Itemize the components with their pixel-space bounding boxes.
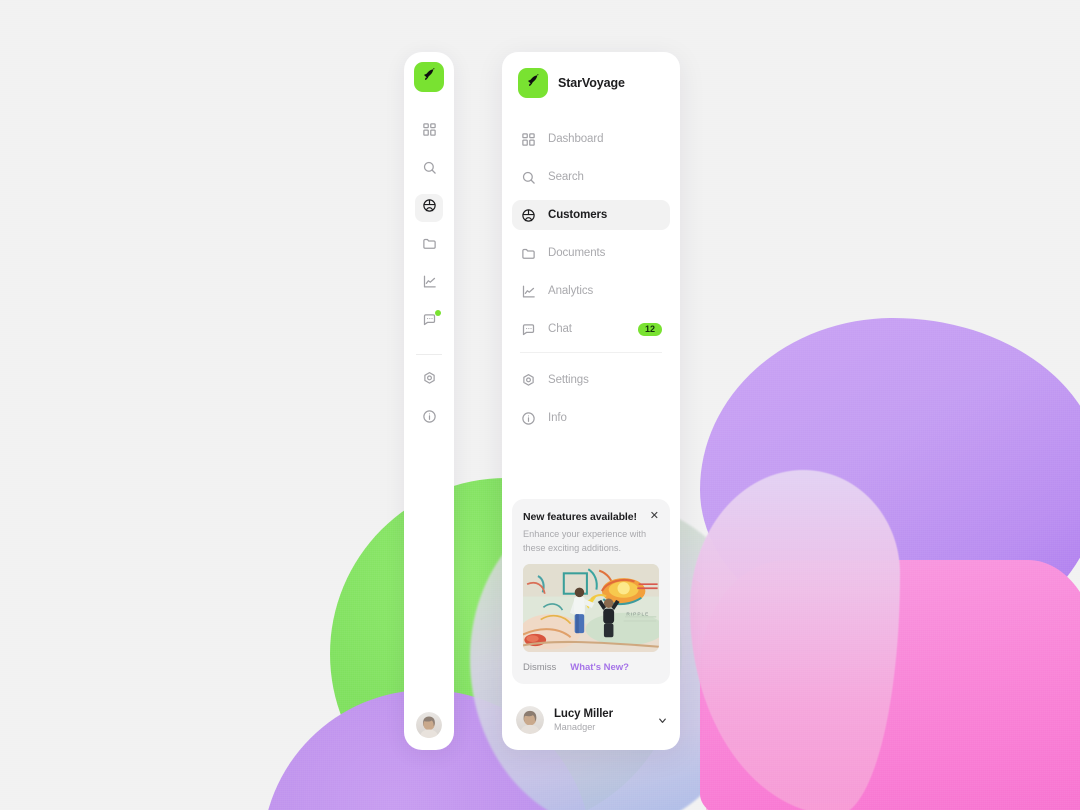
user-role: Manadger xyxy=(554,722,596,732)
app-title: StarVoyage xyxy=(558,76,625,90)
sidebar-nav: Dashboard Search Customers Documents Ana… xyxy=(502,124,680,441)
sidebar-panel: StarVoyage Dashboard Search Customers Do… xyxy=(502,52,680,750)
dashboard-grid-icon xyxy=(520,131,536,147)
chat-notification-dot xyxy=(435,310,441,316)
promo-title: New features available! xyxy=(523,511,637,524)
settings-gear-icon xyxy=(520,372,536,388)
sidebar-item-label: Documents xyxy=(548,247,606,259)
sidebar-item-analytics[interactable]: Analytics xyxy=(512,276,670,306)
background-blob-pink-soft xyxy=(706,660,1036,810)
whats-new-link[interactable]: What's New? xyxy=(570,662,629,673)
rail-app-logo[interactable] xyxy=(414,62,444,92)
avatar-image xyxy=(516,706,544,734)
sidebar-item-customers[interactable]: Customers xyxy=(512,200,670,230)
rail-item-customers[interactable] xyxy=(415,194,443,222)
rail-item-chat[interactable] xyxy=(415,308,443,336)
close-icon[interactable]: ✕ xyxy=(644,511,659,522)
chat-icon xyxy=(520,321,536,337)
sidebar-item-search[interactable]: Search xyxy=(512,162,670,192)
brand-logo xyxy=(518,68,548,98)
icon-rail xyxy=(404,52,454,750)
search-icon xyxy=(520,169,536,185)
rail-item-info[interactable] xyxy=(415,405,443,433)
info-circle-icon xyxy=(520,410,536,426)
user-name: Lucy Miller xyxy=(554,708,613,720)
sidebar-item-label: Settings xyxy=(548,374,589,386)
chat-icon xyxy=(422,312,437,332)
background-blob-pink xyxy=(700,560,1080,810)
sidebar-item-label: Chat xyxy=(548,323,572,335)
promo-image: RIPPLE xyxy=(523,564,659,652)
rail-item-settings[interactable] xyxy=(415,367,443,395)
brand[interactable]: StarVoyage xyxy=(502,52,680,98)
sidebar-item-label: Info xyxy=(548,412,567,424)
chevron-down-icon[interactable] xyxy=(657,715,668,726)
avatar-image xyxy=(416,712,442,738)
user-profile-row[interactable]: Lucy Miller Manadger xyxy=(502,696,680,750)
rail-avatar[interactable] xyxy=(416,712,442,738)
rail-item-dashboard[interactable] xyxy=(415,118,443,146)
analytics-chart-icon xyxy=(520,283,536,299)
customers-globe-icon xyxy=(422,198,437,218)
sidebar-item-label: Customers xyxy=(548,209,608,221)
search-icon xyxy=(422,160,437,180)
sidebar-item-dashboard[interactable]: Dashboard xyxy=(512,124,670,154)
info-circle-icon xyxy=(422,409,437,429)
sidebar-item-label: Dashboard xyxy=(548,133,604,145)
promo-header: New features available! ✕ xyxy=(523,511,659,524)
sidebar-item-documents[interactable]: Documents xyxy=(512,238,670,268)
app-background: StarVoyage Dashboard Search Customers Do… xyxy=(0,0,1080,810)
mural-illustration: RIPPLE xyxy=(523,564,659,652)
sidebar-divider xyxy=(520,352,662,353)
promo-card: New features available! ✕ Enhance your e… xyxy=(512,499,670,684)
dismiss-button[interactable]: Dismiss xyxy=(523,662,556,673)
sidebar-item-label: Analytics xyxy=(548,285,594,297)
background-blob-purple xyxy=(700,318,1080,648)
rocket-icon xyxy=(422,67,437,87)
sidebar-item-settings[interactable]: Settings xyxy=(512,365,670,395)
rocket-icon xyxy=(526,73,541,93)
sidebar-item-label: Search xyxy=(548,171,584,183)
folder-icon xyxy=(520,245,536,261)
promo-actions: Dismiss What's New? xyxy=(523,662,659,673)
svg-text:RIPPLE: RIPPLE xyxy=(626,611,649,617)
rail-divider xyxy=(416,354,442,355)
settings-gear-icon xyxy=(422,371,437,391)
chat-unread-badge: 12 xyxy=(637,322,662,336)
rail-item-search[interactable] xyxy=(415,156,443,184)
user-text: Lucy Miller Manadger xyxy=(554,708,613,732)
folder-icon xyxy=(422,236,437,256)
background-blob-ribbon xyxy=(690,470,900,810)
rail-item-analytics[interactable] xyxy=(415,270,443,298)
avatar xyxy=(516,706,544,734)
customers-globe-icon xyxy=(520,207,536,223)
promo-description: Enhance your experience with these excit… xyxy=(523,529,647,553)
analytics-chart-icon xyxy=(422,274,437,294)
dashboard-grid-icon xyxy=(422,122,437,142)
sidebar-item-info[interactable]: Info xyxy=(512,403,670,433)
sidebar-item-chat[interactable]: Chat 12 xyxy=(512,314,670,344)
rail-item-documents[interactable] xyxy=(415,232,443,260)
